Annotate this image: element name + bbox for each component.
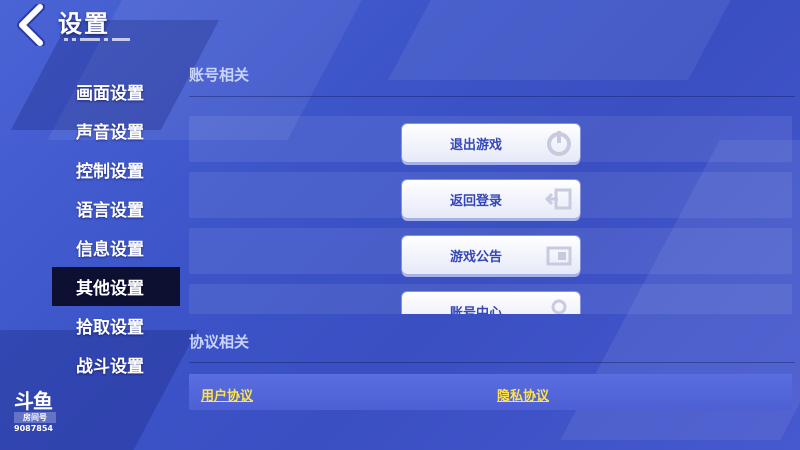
watermark-logo: 斗鱼 — [14, 389, 53, 413]
exit-game-button[interactable]: 退出游戏 — [402, 124, 580, 162]
account-button-list[interactable]: 退出游戏 返回登录 游戏公告 账号中心 — [189, 108, 792, 314]
chevron-left-icon — [17, 2, 45, 48]
menu-item-control[interactable]: 控制设置 — [52, 150, 180, 189]
button-label: 退出游戏 — [449, 137, 502, 153]
back-button[interactable] — [14, 2, 50, 48]
settings-menu: 画面设置 声音设置 控制设置 语言设置 信息设置 其他设置 拾取设置 战斗设置 — [52, 72, 180, 384]
watermark-room-number: 9087854 — [14, 424, 53, 433]
section-title-agreement: 协议相关 — [189, 333, 250, 351]
privacy-agreement-link[interactable]: 隐私协议 — [497, 385, 549, 404]
section-divider — [189, 362, 795, 363]
return-login-button[interactable]: 返回登录 — [402, 180, 580, 218]
notice-icon — [546, 246, 572, 266]
title-decoration — [64, 36, 130, 42]
menu-item-sound[interactable]: 声音设置 — [52, 111, 180, 150]
button-label: 返回登录 — [449, 193, 502, 209]
section-divider — [189, 96, 795, 97]
bg-stripe — [388, 0, 752, 80]
watermark-tag: 房间号 — [14, 412, 56, 423]
button-label: 账号中心 — [449, 305, 502, 315]
menu-item-info[interactable]: 信息设置 — [52, 228, 180, 267]
menu-item-other[interactable]: 其他设置 — [52, 267, 180, 306]
power-icon — [547, 131, 571, 156]
user-agreement-link[interactable]: 用户协议 — [201, 385, 253, 404]
account-center-button[interactable]: 账号中心 — [402, 292, 580, 314]
section-title-account: 账号相关 — [189, 66, 250, 84]
logout-icon — [544, 188, 572, 210]
agreement-bar — [189, 374, 792, 410]
game-notice-button[interactable]: 游戏公告 — [402, 236, 580, 274]
menu-item-language[interactable]: 语言设置 — [52, 189, 180, 228]
menu-item-display[interactable]: 画面设置 — [52, 72, 180, 111]
menu-item-pickup[interactable]: 拾取设置 — [52, 306, 180, 345]
user-icon — [551, 299, 567, 314]
page-title: 设置 — [58, 10, 110, 38]
menu-item-combat[interactable]: 战斗设置 — [52, 345, 180, 384]
stream-watermark: 斗鱼 房间号 9087854 — [14, 391, 56, 433]
button-label: 游戏公告 — [449, 249, 502, 265]
